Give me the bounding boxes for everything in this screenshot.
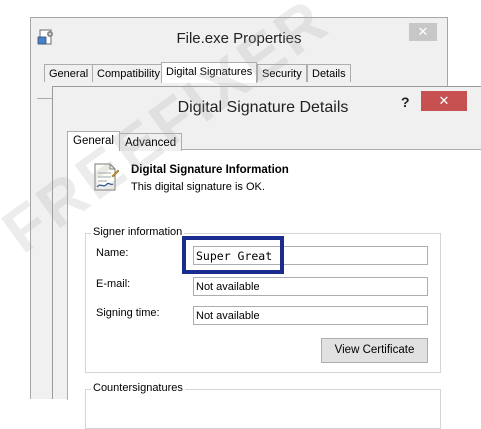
signature-status-text: This digital signature is OK.	[131, 181, 265, 193]
signing-time-label: Signing time:	[96, 307, 160, 319]
countersignatures-group	[85, 389, 441, 429]
signature-info-title: Digital Signature Information	[131, 164, 289, 176]
tab-compatibility[interactable]: Compatibility	[92, 64, 165, 82]
tab-details[interactable]: Details	[307, 64, 351, 82]
help-button[interactable]: ?	[401, 94, 415, 110]
email-field[interactable]: Not available	[193, 277, 428, 296]
dialog-tab-advanced[interactable]: Advanced	[119, 133, 183, 151]
certificate-document-icon	[94, 163, 119, 191]
email-label: E-mail:	[96, 278, 131, 290]
name-highlight-box	[182, 236, 284, 274]
view-certificate-button[interactable]: View Certificate	[321, 338, 428, 363]
digital-signature-details-dialog: Digital Signature Details ? ✕ General Ad…	[52, 86, 481, 429]
countersignatures-label: Countersignatures	[91, 382, 185, 394]
name-label: Name:	[96, 247, 129, 259]
properties-close-button[interactable]: ✕	[409, 23, 437, 41]
tab-security[interactable]: Security	[257, 64, 307, 82]
tab-digital-signatures[interactable]: Digital Signatures	[161, 62, 258, 83]
dialog-tab-general[interactable]: General	[67, 131, 120, 150]
signer-information-label: Signer information	[91, 226, 185, 238]
dialog-close-button[interactable]: ✕	[421, 91, 467, 111]
properties-window-title: File.exe Properties	[176, 30, 302, 47]
signing-time-field[interactable]: Not available	[193, 306, 428, 325]
tab-general[interactable]: General	[44, 64, 94, 82]
